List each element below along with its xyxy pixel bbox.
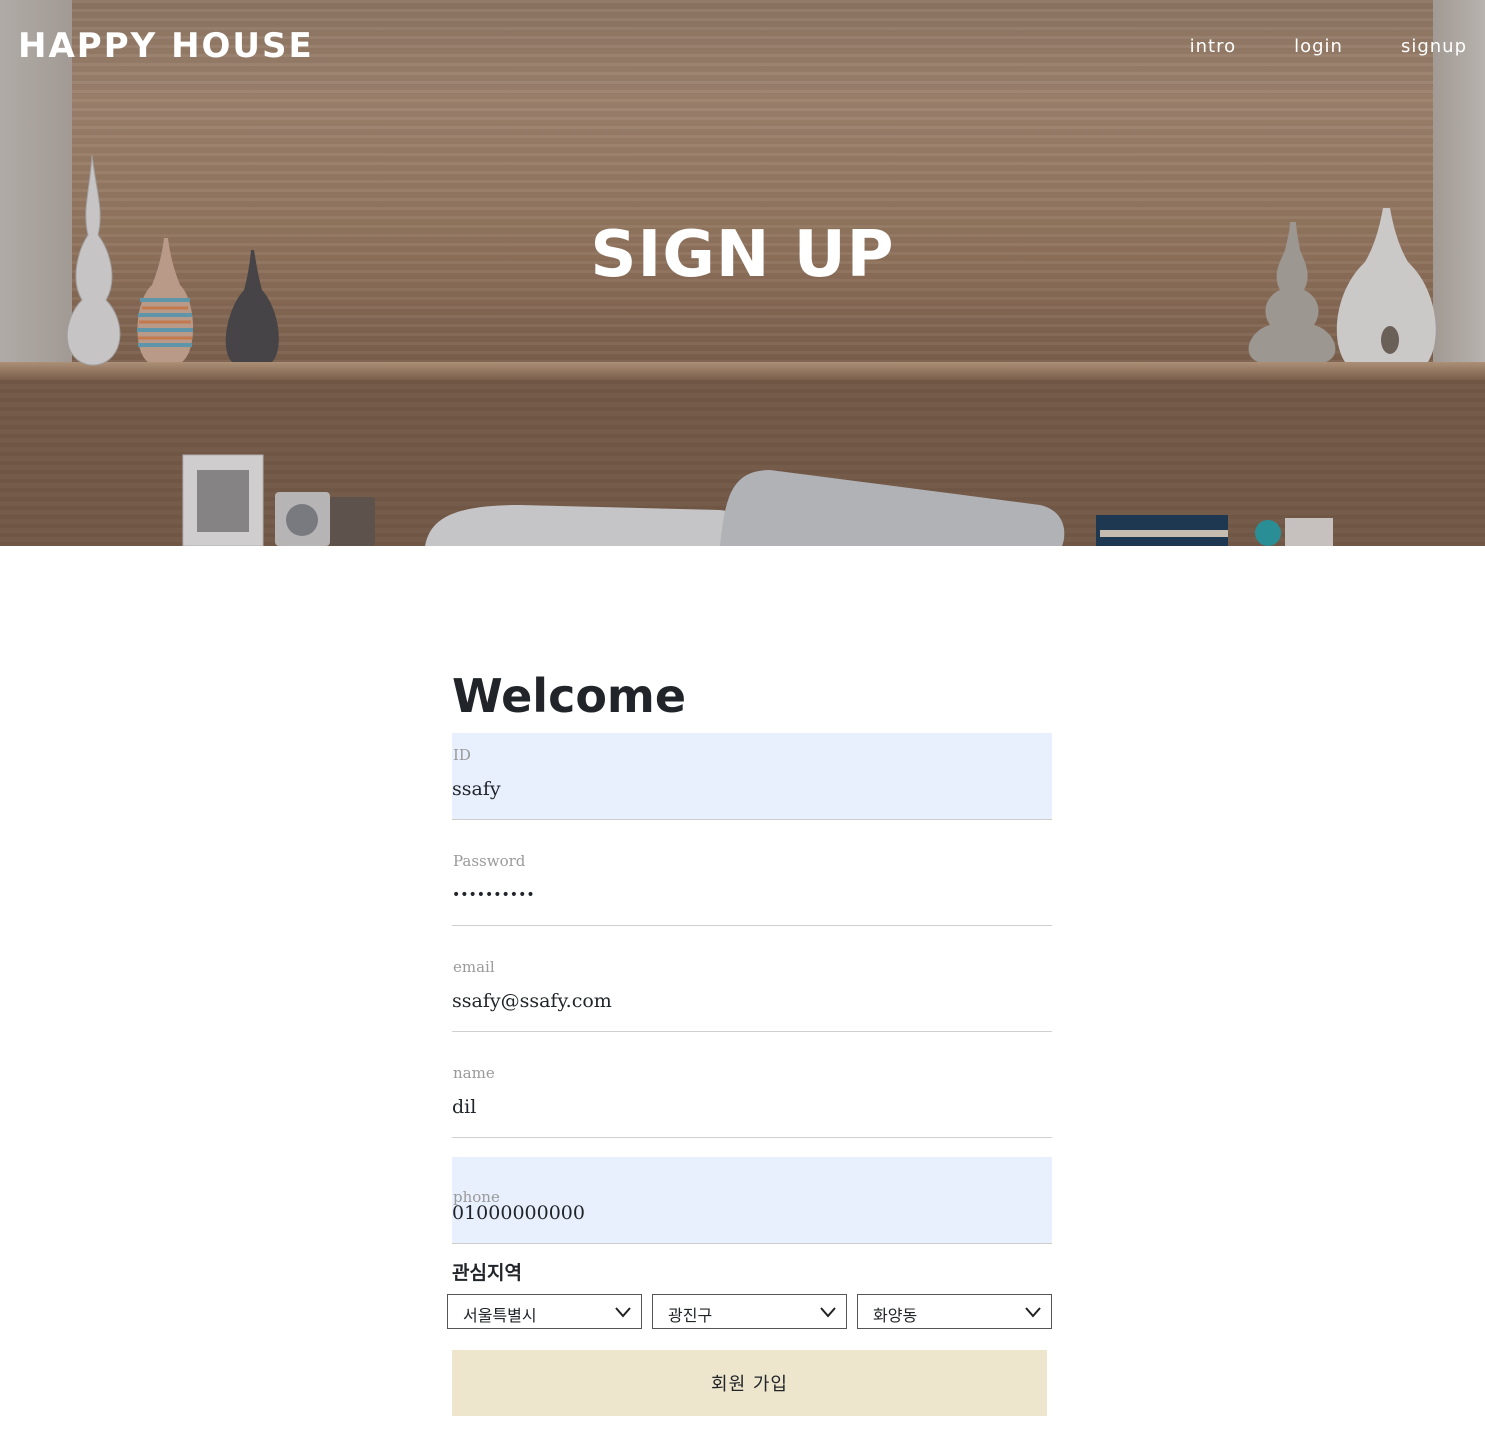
id-label: ID [453,746,471,764]
dong-select-value: 화양동 [873,1306,918,1325]
id-field: ID [452,733,1052,820]
chevron-down-icon [1025,1307,1041,1318]
phone-field: phone [452,1157,1052,1244]
password-label: Password [453,852,526,870]
nav-link-intro[interactable]: intro [1190,36,1236,57]
dong-select[interactable]: 화양동 [857,1294,1052,1329]
phone-input[interactable] [452,1202,1042,1224]
signup-form: Welcome ID Password •••••••••• email nam… [452,660,1052,1263]
name-input[interactable] [452,1096,1042,1118]
top-nav: intro login signup [1190,36,1467,57]
region-heading: 관심지역 [452,1262,522,1284]
city-select[interactable]: 서울특별시 [447,1294,642,1329]
nav-link-login[interactable]: login [1294,36,1343,57]
district-select-value: 광진구 [668,1306,713,1325]
page-title: SIGN UP [590,218,895,292]
hero-banner: HAPPY HOUSE intro login signup SIGN UP [0,0,1485,546]
email-label: email [453,958,495,976]
id-input[interactable] [452,778,1042,800]
city-select-value: 서울특별시 [463,1306,537,1325]
name-label: name [453,1064,495,1082]
email-field: email [452,945,1052,1032]
chevron-down-icon [820,1307,836,1318]
nav-link-signup[interactable]: signup [1401,36,1467,57]
brand-logo[interactable]: HAPPY HOUSE [18,26,314,66]
region-selects: 서울특별시 광진구 화양동 [447,1294,1052,1329]
chevron-down-icon [615,1307,631,1318]
district-select[interactable]: 광진구 [652,1294,847,1329]
password-input[interactable]: •••••••••• [452,887,535,903]
signup-submit-button[interactable]: 회원 가입 [452,1350,1047,1416]
name-field: name [452,1051,1052,1138]
email-input[interactable] [452,990,1042,1012]
password-field: Password •••••••••• [452,839,1052,926]
form-heading: Welcome [452,669,687,723]
